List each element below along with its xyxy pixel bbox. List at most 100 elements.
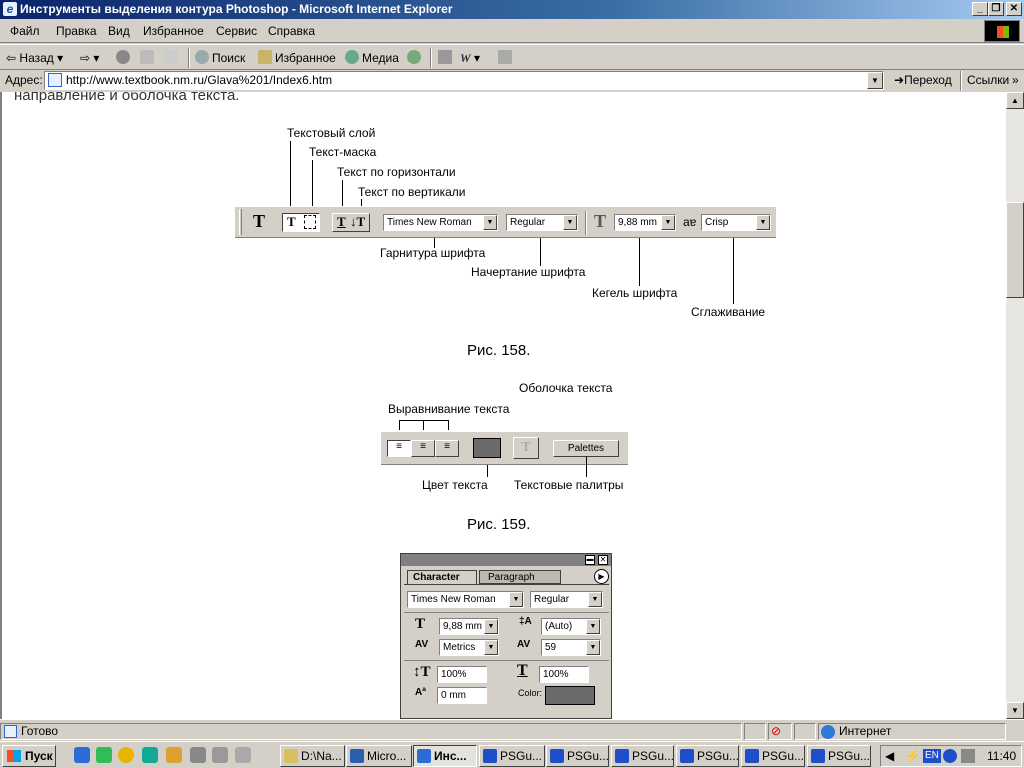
menu-file[interactable]: Файл [10,24,40,38]
label-font-size: Кегель шрифта [592,286,678,300]
favorites-button[interactable]: Избранное [258,49,336,67]
minimize-button[interactable]: _ [972,2,988,16]
print-button[interactable] [438,49,455,67]
maximize-button[interactable]: ❐ [988,2,1004,16]
menu-favorites[interactable]: Избранное [143,24,204,38]
warp-text-button[interactable]: T [513,437,539,459]
task-button[interactable]: PSGu... [741,745,805,767]
tab-character[interactable]: Character [407,570,477,584]
ie-quicklaunch-icon[interactable] [74,747,90,763]
align-center-button[interactable]: ≡ [411,440,435,457]
word-quicklaunch-icon[interactable] [96,747,112,763]
links-button[interactable]: Ссылки [967,73,1009,87]
panel-kerning-select[interactable]: Metrics ▼ [439,639,499,656]
home-icon [164,50,178,64]
app-quicklaunch-icon[interactable] [212,747,228,763]
toolbar-separator [960,71,962,91]
go-button[interactable]: ➜Переход [894,73,952,87]
refresh-button[interactable] [140,49,157,67]
search-button[interactable]: Поиск [195,49,245,67]
scroll-down-button[interactable]: ▼ [1006,702,1024,719]
globe-icon [821,725,835,739]
task-button[interactable]: PSGu... [546,745,609,767]
font-size-icon: T [415,616,426,632]
panel-menu-icon[interactable]: ▶ [594,569,609,584]
divider [404,660,609,661]
forward-button[interactable]: ⇨ ▾ [80,49,99,67]
label-font-family: Гарнитура шрифта [380,246,486,260]
photoshop-options-bar-2: ≡ ≡ ≡ T Palettes [381,431,628,465]
panel-size-select[interactable]: 9,88 mm ▼ [439,618,499,635]
address-input[interactable]: http://www.textbook.nm.ru/Glava%201/Inde… [44,71,884,90]
baseline-shift-input[interactable]: 0 mm [437,687,487,704]
panel-minimize-button[interactable]: ▬ [585,555,595,565]
task-button[interactable]: D:\Na... [280,745,345,767]
media-quicklaunch-icon[interactable] [118,747,134,763]
app-quicklaunch-icon[interactable] [166,747,182,763]
monitor-icon[interactable] [961,749,975,763]
desktop-quicklaunch-icon[interactable] [142,747,158,763]
vertical-scale-input[interactable]: 100% [437,666,487,683]
scroll-thumb[interactable] [1006,202,1024,298]
menu-edit[interactable]: Правка [56,24,97,38]
text-layer-icon[interactable]: T [287,214,296,230]
font-family-select[interactable]: Times New Roman ▼ [383,214,498,231]
align-left-button[interactable]: ≡ [387,440,411,457]
stop-button[interactable] [116,49,133,67]
blocked-icon: ⊘ [771,724,782,738]
figure-159-caption: Рис. 159. [467,516,531,533]
text-mask-icon[interactable] [304,215,316,229]
volume-icon[interactable]: ◀ [885,746,894,766]
panel-tracking-select[interactable]: 59 ▼ [541,639,601,656]
chevron-down-icon: ▼ [484,619,498,634]
edit-word-button[interactable]: W ▾ [460,49,480,67]
grip [239,209,242,235]
align-right-button[interactable]: ≡ [435,440,459,457]
task-button[interactable]: Micro... [346,745,412,767]
task-button[interactable]: PSGu... [611,745,674,767]
menu-help[interactable]: Справка [268,24,315,38]
label-text-alignment: Выравнивание текста [388,402,510,416]
menu-tools[interactable]: Сервис [216,24,257,38]
antialias-select[interactable]: Crisp ▼ [701,214,771,231]
window-titlebar: e Инструменты выделения контура Photosho… [0,0,1024,19]
menu-view[interactable]: Вид [108,24,130,38]
panel-color-swatch[interactable] [545,686,595,705]
scroll-up-button[interactable]: ▲ [1006,92,1024,109]
task-button[interactable]: PSGu... [807,745,871,767]
task-button[interactable]: PSGu... [676,745,739,767]
ie-icon: e [3,2,17,16]
palettes-button[interactable]: Palettes [553,440,619,457]
horizontal-scale-input[interactable]: 100% [539,666,589,683]
back-button[interactable]: ⇦ Назад ▾ [6,49,63,67]
links-chevron-icon[interactable]: » [1012,73,1019,87]
panel-leading-select[interactable]: (Auto) ▼ [541,618,601,635]
task-button-active[interactable]: Инс... [413,745,477,767]
panel-font-select[interactable]: Times New Roman ▼ [407,591,524,608]
label-warp-text: Оболочка текста [519,381,613,395]
close-button[interactable]: ✕ [1006,2,1022,16]
vertical-scrollbar[interactable]: ▲ ▼ [1006,92,1024,719]
language-indicator[interactable]: EN [923,749,941,763]
horizontal-text-icon[interactable]: T [337,214,346,230]
network-icon[interactable] [943,749,957,763]
callout-line [399,420,400,430]
app-quicklaunch-icon[interactable] [235,747,251,763]
font-size-select[interactable]: 9,88 mm ▼ [614,214,676,231]
media-button[interactable]: Медиа [345,49,399,67]
power-icon[interactable]: ⚡ [905,746,920,766]
history-button[interactable] [407,49,424,67]
address-dropdown[interactable]: ▼ [867,72,883,89]
home-button[interactable] [164,49,181,67]
panel-style-select[interactable]: Regular ▼ [530,591,603,608]
text-color-swatch[interactable] [473,438,501,458]
vertical-text-icon[interactable]: ↓T [350,214,365,230]
font-style-select[interactable]: Regular ▼ [506,214,578,231]
chevron-down-icon: ▼ [483,215,497,230]
tab-paragraph[interactable]: Paragraph [479,570,561,584]
panel-close-button[interactable]: ✕ [598,555,608,565]
start-button[interactable]: Пуск [2,745,56,767]
messenger-button[interactable] [498,49,515,67]
task-button[interactable]: PSGu... [479,745,545,767]
app-quicklaunch-icon[interactable] [190,747,206,763]
